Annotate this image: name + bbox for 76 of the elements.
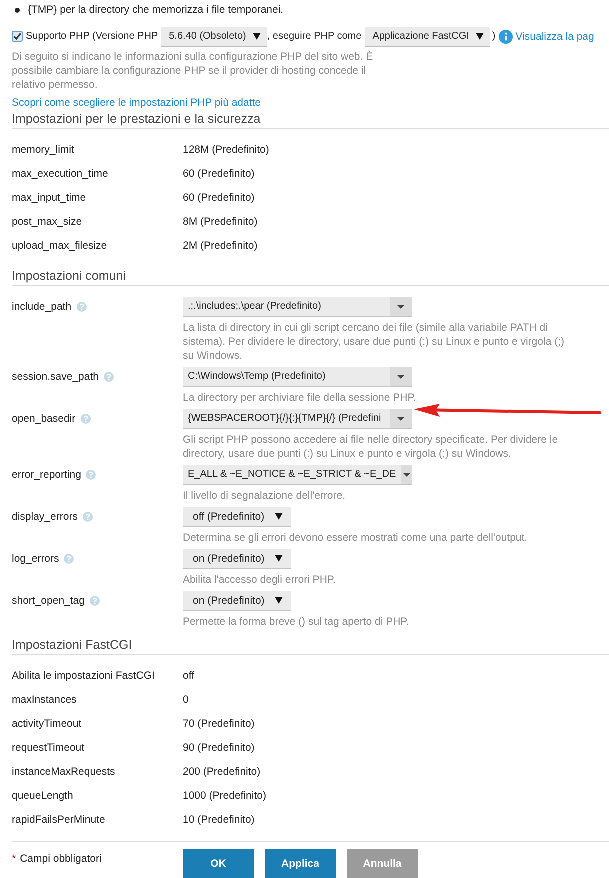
info-icon[interactable]: [498, 30, 513, 44]
setting-description: Abilita l'accesso degli errori PHP.: [183, 573, 336, 587]
help-icon[interactable]: [64, 554, 74, 564]
bullet-icon: [15, 8, 20, 12]
help-icon[interactable]: [80, 414, 91, 424]
setting-label: session.save_path: [12, 371, 99, 383]
version-select[interactable]: 5.6.40 (Obsoleto): [161, 26, 268, 46]
setting-label: post_max_size: [12, 216, 82, 228]
setting-label: short_open_tag: [12, 595, 85, 607]
php-support-label: Supporto PHP (Versione PHP: [26, 31, 158, 42]
required-mark: *: [12, 852, 16, 866]
help-icon[interactable]: [90, 596, 100, 606]
setting-label: requestTimeout: [12, 742, 85, 754]
help-icon[interactable]: [86, 470, 96, 480]
view-link[interactable]: Visualizza la pag: [516, 30, 594, 42]
setting-label: upload_max_filesize: [12, 240, 108, 252]
caret-icon: [397, 374, 405, 378]
setting-label: memory_limit: [12, 144, 74, 156]
setting-value: 60 (Predefinito): [183, 192, 256, 204]
help-icon[interactable]: [76, 302, 87, 312]
caret-icon: [476, 32, 484, 40]
caret-icon: [397, 416, 405, 420]
setting-value: 1000 (Predefinito): [183, 790, 268, 802]
checkbox[interactable]: [12, 31, 23, 42]
setting-description: Permette la forma breve () sul tag aperto di PHP.: [183, 615, 410, 629]
setting-label: maxInstances: [12, 694, 77, 706]
setting-value: 70 (Predefinito): [183, 718, 256, 730]
section-title: Impostazioni comuni: [12, 269, 126, 283]
setting-label: instanceMaxRequests: [12, 766, 116, 778]
setting-label: error_reporting: [12, 469, 82, 481]
setting-value: 10 (Predefinito): [183, 814, 256, 826]
caret-icon: [274, 597, 283, 604]
setting-label: queueLength: [12, 790, 74, 802]
setting-value: off: [183, 670, 196, 682]
caret-icon: [253, 32, 262, 40]
guide-link[interactable]: Scopri come scegliere le impostazioni PHP più adatte: [12, 97, 262, 109]
setting-value: 2M (Predefinito): [183, 240, 259, 252]
setting-value: 8M (Predefinito): [183, 216, 259, 228]
caret-icon: [274, 513, 283, 520]
setting-description: Gli script PHP possono accedere ai file nelle directory specificate. Per dividere le directory, usare due punti (:) su Linux e punto e virgola (;) su Windows.: [183, 433, 560, 461]
setting-description: La lista di directory in cui gli script cercano dei file (simile alla variabile PATH di sistema). Per dividere le directory, usare due punti (:) su Linux e punto e virgola (;) su Windows.: [183, 321, 566, 363]
setting-value: 128M (Predefinito): [183, 144, 270, 156]
setting-label: max_execution_time: [12, 168, 108, 180]
setting-label: include_path: [12, 301, 72, 313]
setting-value: 0: [183, 694, 190, 706]
caret-icon: [274, 555, 283, 562]
required-note: Campi obbligatori: [20, 852, 102, 866]
setting-label: max_input_time: [12, 192, 86, 204]
setting-value: 90 (Predefinito): [183, 742, 256, 754]
setting-value: 200 (Predefinito): [183, 766, 262, 778]
setting-label: display_errors: [12, 511, 78, 523]
dropdown-select[interactable]: on (Predefinito): [183, 549, 291, 569]
setting-label: open_basedir: [12, 413, 76, 425]
dropdown-select[interactable]: off (Predefinito): [183, 507, 291, 527]
intro-text: Di seguito si indicano le informazioni sulla configurazione PHP del sito web. È possibile cambiare la configurazione PHP se il provider di hosting concede il relativo permesso.: [12, 50, 374, 92]
setting-label: activityTimeout: [12, 718, 82, 730]
help-icon[interactable]: [82, 512, 93, 522]
setting-description: Il livello di segnalazione dell'errore.: [183, 489, 346, 503]
setting-label: Abilita le impostazioni FastCGI: [12, 670, 155, 682]
bracket-text: ): [492, 31, 496, 42]
form-button[interactable]: Applica: [265, 849, 336, 878]
setting-description: Determina se gli errori devono essere mostrati come una parte dell'output.: [183, 531, 528, 545]
list-text: {TMP} per la directory che memorizza i file temporanei.: [28, 4, 284, 16]
caret-icon: [402, 472, 411, 476]
help-icon[interactable]: [104, 372, 114, 382]
setting-label: rapidFailsPerMinute: [12, 814, 106, 826]
run-as-label: , eseguire PHP come: [267, 31, 362, 42]
dropdown-select[interactable]: on (Predefinito): [183, 591, 291, 611]
handler-select[interactable]: Applicazione FastCGI: [364, 26, 490, 46]
setting-description: La directory per archiviare file della sessione PHP.: [183, 391, 416, 405]
section-title: Impostazioni per le prestazioni e la sicurezza: [12, 112, 261, 126]
setting-value: 60 (Predefinito): [183, 168, 256, 180]
setting-label: log_errors: [12, 553, 60, 565]
form-button[interactable]: OK: [183, 849, 254, 878]
caret-icon: [397, 304, 405, 308]
section-title: Impostazioni FastCGI: [12, 638, 132, 652]
